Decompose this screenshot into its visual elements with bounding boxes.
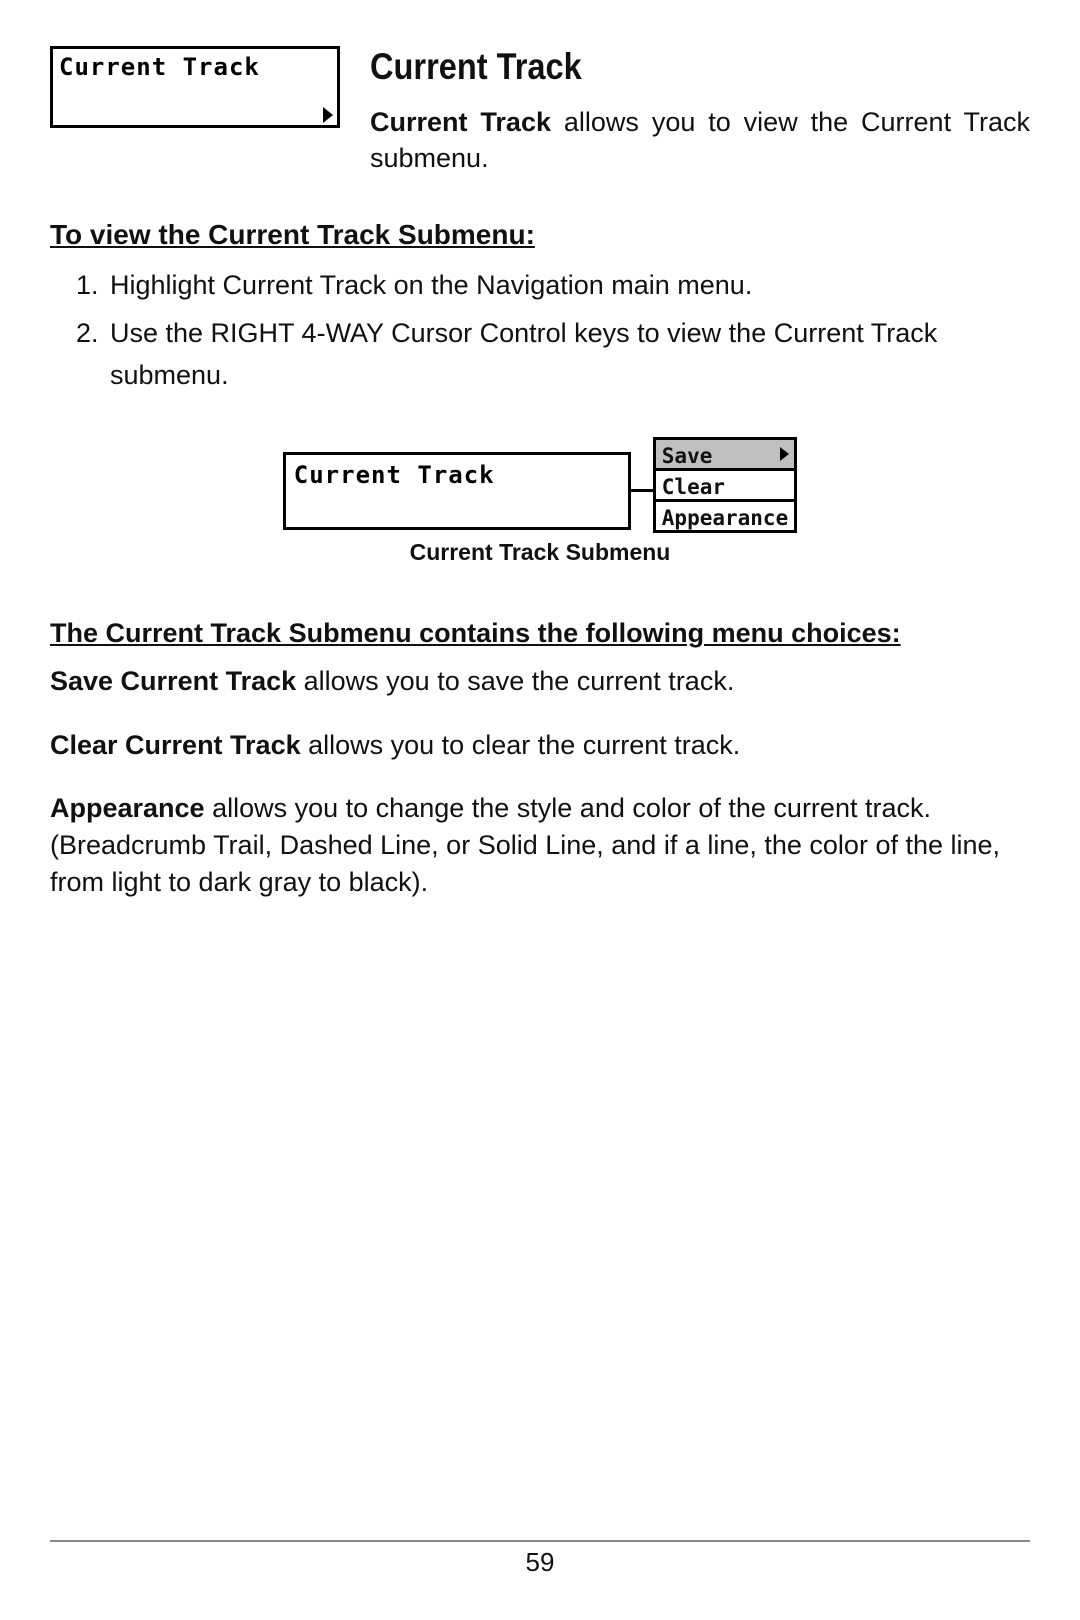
triangle-right-icon (780, 447, 789, 461)
choice-appearance: Appearance allows you to change the styl… (50, 790, 1030, 902)
figure-caption: Current Track Submenu (410, 539, 671, 566)
intro-block: Current Track Current Track allows you t… (370, 46, 1030, 177)
submenu-item-appearance: Appearance (653, 499, 797, 533)
submenu-item-save: Save (653, 437, 797, 471)
choices-heading: The Current Track Submenu contains the f… (50, 618, 1030, 649)
submenu-figure-row: Current Track Save Clear Appearance (283, 440, 797, 533)
submenu-item-label: Save (662, 444, 713, 468)
page-number: 59 (0, 1547, 1080, 1578)
choice-save: Save Current Track allows you to save th… (50, 663, 1030, 700)
steps-list: Highlight Current Track on the Navigatio… (50, 265, 1030, 397)
intro-text: Current Track allows you to view the Cur… (370, 104, 1030, 177)
choice-bold: Appearance (50, 793, 205, 823)
intro-bold: Current Track (370, 107, 551, 137)
submenu-item-label: Appearance (662, 506, 788, 530)
connector-line (631, 489, 653, 492)
page: Current Track Current Track Current Trac… (0, 0, 1080, 1620)
footer-rule (50, 1540, 1030, 1542)
choice-rest: allows you to clear the current track. (301, 730, 741, 760)
choice-rest: allows you to save the current track. (296, 666, 734, 696)
submenu-parent-label: Current Track (294, 461, 620, 489)
triangle-right-icon (323, 107, 333, 123)
submenu-figure: Current Track Save Clear Appearance Curr… (50, 440, 1030, 566)
view-submenu-heading: To view the Current Track Submenu: (50, 219, 1030, 251)
section-heading: Current Track (370, 46, 951, 88)
choice-bold: Clear Current Track (50, 730, 301, 760)
submenu-parent-box: Current Track (283, 452, 631, 530)
submenu-item-label: Clear (662, 475, 725, 499)
choice-bold: Save Current Track (50, 666, 296, 696)
step-item: Highlight Current Track on the Navigatio… (106, 265, 1030, 307)
menu-panel-current-track: Current Track (50, 46, 340, 128)
submenu-item-clear: Clear (653, 468, 797, 502)
step-item: Use the RIGHT 4-WAY Cursor Control keys … (106, 313, 1030, 397)
submenu-items: Save Clear Appearance (653, 440, 797, 533)
top-row: Current Track Current Track Current Trac… (50, 46, 1030, 177)
choice-clear: Clear Current Track allows you to clear … (50, 727, 1030, 764)
menu-panel-label: Current Track (53, 49, 337, 81)
